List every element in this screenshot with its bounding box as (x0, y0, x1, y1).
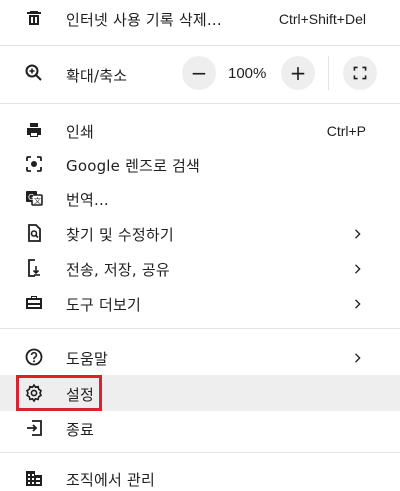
menu-item-more-tools[interactable]: 도구 더보기 (0, 285, 400, 321)
zoom-level: 100% (228, 65, 267, 82)
menu-item-label: 도움말 (66, 350, 109, 368)
menu-item-label: 확대/축소 (66, 67, 128, 85)
svg-text:文: 文 (34, 196, 41, 205)
translate-icon: G文 (24, 188, 44, 208)
menu-item-help[interactable]: 도움말 (0, 339, 400, 375)
menu-item-find-edit[interactable]: 찾기 및 수정하기 (0, 215, 400, 251)
menu-item-label: 인쇄 (66, 123, 95, 141)
chevron-right-icon (352, 262, 364, 276)
menu-item-print[interactable]: 인쇄 Ctrl+P (0, 112, 400, 148)
find-icon (24, 223, 44, 243)
zoom-in-button[interactable]: + (281, 56, 315, 90)
menu-item-label: Google 렌즈로 검색 (66, 157, 201, 175)
divider (0, 452, 400, 453)
menu-item-exit[interactable]: 종료 (0, 410, 400, 446)
highlight-box (16, 375, 102, 411)
menu-item-cast-save-share[interactable]: 전송, 저장, 공유 (0, 250, 400, 286)
building-icon (24, 468, 44, 488)
chevron-right-icon (352, 297, 364, 311)
menu-item-label: 종료 (66, 421, 95, 439)
menu-item-label: 도구 더보기 (66, 296, 141, 314)
divider (0, 45, 400, 46)
menu-item-label: 번역... (66, 191, 109, 209)
exit-icon (24, 418, 44, 438)
menu-item-label: 조직에서 관리 (66, 471, 155, 489)
menu-item-label: 전송, 저장, 공유 (66, 261, 170, 279)
zoom-icon (24, 63, 44, 83)
divider (0, 103, 400, 104)
save-share-icon (24, 258, 44, 278)
fullscreen-button[interactable] (343, 56, 377, 90)
menu-item-label: 인터넷 사용 기록 삭제... (66, 11, 222, 29)
menu-item-translate[interactable]: G文 번역... (0, 180, 400, 216)
fullscreen-icon (352, 65, 368, 81)
menu-item-managed[interactable]: 조직에서 관리 (0, 463, 400, 491)
toolbox-icon (24, 293, 44, 313)
chrome-menu: 인터넷 사용 기록 삭제... Ctrl+Shift+Del 확대/축소 − 1… (0, 0, 400, 491)
shortcut-label: Ctrl+P (326, 123, 366, 139)
lens-icon (24, 154, 44, 174)
chevron-right-icon (352, 227, 364, 241)
menu-item-google-lens[interactable]: Google 렌즈로 검색 (0, 146, 400, 182)
trash-icon (24, 8, 44, 28)
zoom-out-button[interactable]: − (182, 56, 216, 90)
help-icon (24, 347, 44, 367)
zoom-separator (328, 56, 329, 90)
chevron-right-icon (352, 351, 364, 365)
divider (0, 328, 400, 329)
menu-item-clear-history[interactable]: 인터넷 사용 기록 삭제... Ctrl+Shift+Del (0, 0, 400, 38)
shortcut-label: Ctrl+Shift+Del (278, 11, 366, 27)
printer-icon (24, 120, 44, 140)
menu-item-zoom: 확대/축소 − 100% + (0, 52, 400, 94)
menu-item-label: 찾기 및 수정하기 (66, 226, 174, 244)
